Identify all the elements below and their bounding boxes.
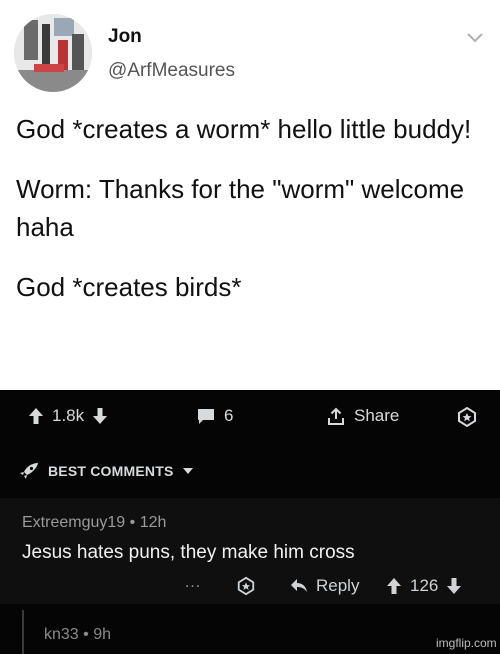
reddit-panel: 1.8k 6 Share BEST COMMENTS Extreemguy19 … xyxy=(0,390,500,654)
comments-button[interactable]: 6 xyxy=(196,406,233,426)
comment-body: Jesus hates puns, they make him cross xyxy=(22,542,355,563)
reply-button[interactable]: Reply xyxy=(290,576,359,596)
author-name[interactable]: Jon xyxy=(108,26,142,48)
award-icon xyxy=(458,406,476,428)
share-button[interactable]: Share xyxy=(326,406,399,426)
comment-vote-group: 126 xyxy=(386,576,462,596)
vote-group: 1.8k xyxy=(28,406,108,426)
downvote-icon[interactable] xyxy=(446,577,462,595)
post-action-bar: 1.8k 6 Share xyxy=(0,390,500,442)
avatar-image xyxy=(14,14,92,92)
award-button[interactable] xyxy=(456,406,478,428)
meta-separator: • xyxy=(83,626,89,643)
tweet-paragraph: God *creates birds* xyxy=(16,272,242,302)
sort-comments-button[interactable]: BEST COMMENTS xyxy=(18,462,194,480)
reply-icon xyxy=(291,579,307,592)
reply-age: 9h xyxy=(93,626,112,643)
upvote-icon[interactable] xyxy=(28,407,44,425)
avatar[interactable] xyxy=(14,14,92,92)
tweet-card: Jon @ArfMeasures God *creates a worm* he… xyxy=(0,0,500,390)
comment-author[interactable]: Extreemguy19 xyxy=(22,514,125,531)
tweet-text: God *creates a worm* hello little buddy!… xyxy=(16,110,486,328)
meta-separator: • xyxy=(129,514,136,531)
imgflip-watermark: imgflip.com xyxy=(436,636,497,650)
more-options-button[interactable]: … xyxy=(184,572,201,592)
upvote-count: 1.8k xyxy=(52,406,85,425)
author-handle[interactable]: @ArfMeasures xyxy=(108,60,235,82)
tweet-paragraph: Worm: Thanks for the "worm" welcome haha xyxy=(16,174,465,242)
comment-count: 6 xyxy=(224,406,234,425)
caret-down-icon xyxy=(182,468,193,474)
sort-label: BEST COMMENTS xyxy=(48,463,174,479)
rocket-icon xyxy=(20,463,38,479)
share-label: Share xyxy=(354,406,400,425)
comment-score: 126 xyxy=(410,576,439,595)
downvote-icon[interactable] xyxy=(92,407,108,425)
comment-age: 12h xyxy=(139,514,167,531)
award-icon xyxy=(237,576,255,596)
more-icon: … xyxy=(184,572,201,591)
upvote-icon[interactable] xyxy=(386,577,402,595)
thread-line[interactable] xyxy=(22,610,24,654)
tweet-paragraph: God *creates a worm* hello little buddy! xyxy=(16,114,472,144)
reply-author[interactable]: kn33 xyxy=(44,626,79,643)
chevron-down-icon[interactable] xyxy=(464,26,486,48)
reply-meta: kn33 • 9h xyxy=(44,626,111,644)
comment-meta: Extreemguy19 • 12h xyxy=(22,514,166,532)
comment-award-button[interactable] xyxy=(236,576,256,596)
reply-label: Reply xyxy=(316,576,360,595)
comment-icon xyxy=(198,409,214,424)
share-icon xyxy=(328,407,344,425)
comment: Extreemguy19 • 12h Jesus hates puns, the… xyxy=(0,498,500,604)
comment-action-bar: … Reply 126 xyxy=(0,572,500,600)
